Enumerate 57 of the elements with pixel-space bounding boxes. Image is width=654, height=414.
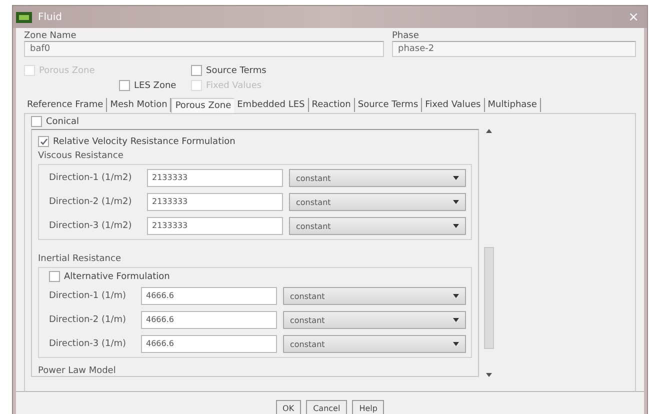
direction-label: Direction-2 (1/m2) [49,197,133,207]
direction-label: Direction-3 (1/m) [49,339,128,349]
tab[interactable]: Source Terms [354,98,422,112]
method-dropdown[interactable]: constant [283,311,466,329]
caret-icon [453,176,459,180]
caret-icon [453,200,459,204]
tab[interactable]: Embedded LES [234,98,309,112]
direction-label: Direction-1 (1/m2) [49,173,133,183]
option-label: Relative Velocity Resistance Formulation [53,136,236,146]
caret-icon [453,342,459,346]
resistance-input[interactable]: 4666.6 [141,311,277,329]
zone-name-field[interactable]: baf0 [24,41,384,57]
resistance-input[interactable]: 4666.6 [141,335,277,353]
checkbox[interactable] [49,271,60,282]
resistance-input[interactable]: 2133333 [147,217,283,235]
tab[interactable]: Reaction [308,98,355,112]
tab[interactable]: Multiphase [484,98,541,112]
tab[interactable]: Porous Zone [171,98,234,112]
method-dropdown[interactable]: constant [289,169,466,187]
scroll-down-icon[interactable] [486,373,492,377]
dialog-button[interactable]: OK [276,400,302,414]
resistance-input[interactable]: 4666.6 [141,287,277,305]
field-label: Zone Name [24,31,78,41]
resistance-input[interactable]: 2133333 [147,193,283,211]
app-icon [16,12,32,22]
checkbox[interactable] [119,80,130,91]
scroll-up-icon[interactable] [486,129,492,133]
group-title: Viscous Resistance [38,151,124,161]
option-label: Conical [46,116,79,126]
checkbox[interactable] [191,65,202,76]
field-label: Phase [392,31,420,41]
group-title: Inertial Resistance [38,254,122,264]
option-label: Alternative Formulation [64,272,170,282]
caret-icon [453,294,459,298]
option-label: LES Zone [134,80,176,90]
checkbox[interactable] [38,136,49,147]
dialog-button[interactable]: Help [352,400,384,414]
direction-label: Direction-2 (1/m) [49,315,128,325]
caret-icon [453,224,459,228]
method-dropdown[interactable]: constant [289,217,466,235]
group-title: Power Law Model [38,366,117,376]
checkbox[interactable] [31,116,42,127]
tab[interactable]: Fixed Values [422,98,485,112]
option-label: Source Terms [206,66,266,76]
direction-label: Direction-3 (1/m2) [49,221,133,231]
direction-label: Direction-1 (1/m) [49,291,128,301]
resistance-input[interactable]: 2133333 [147,169,283,187]
scroll-thumb[interactable] [484,247,494,349]
dialog-button[interactable]: Cancel [306,400,348,414]
tab[interactable]: Reference Frame [24,98,108,112]
method-dropdown[interactable]: constant [283,287,466,305]
scrollbar[interactable] [483,129,495,377]
method-dropdown[interactable]: constant [283,335,466,353]
method-dropdown[interactable]: constant [289,193,466,211]
window-title: Fluid [38,12,63,22]
phase-field[interactable]: phase-2 [392,41,636,57]
caret-icon [453,318,459,322]
